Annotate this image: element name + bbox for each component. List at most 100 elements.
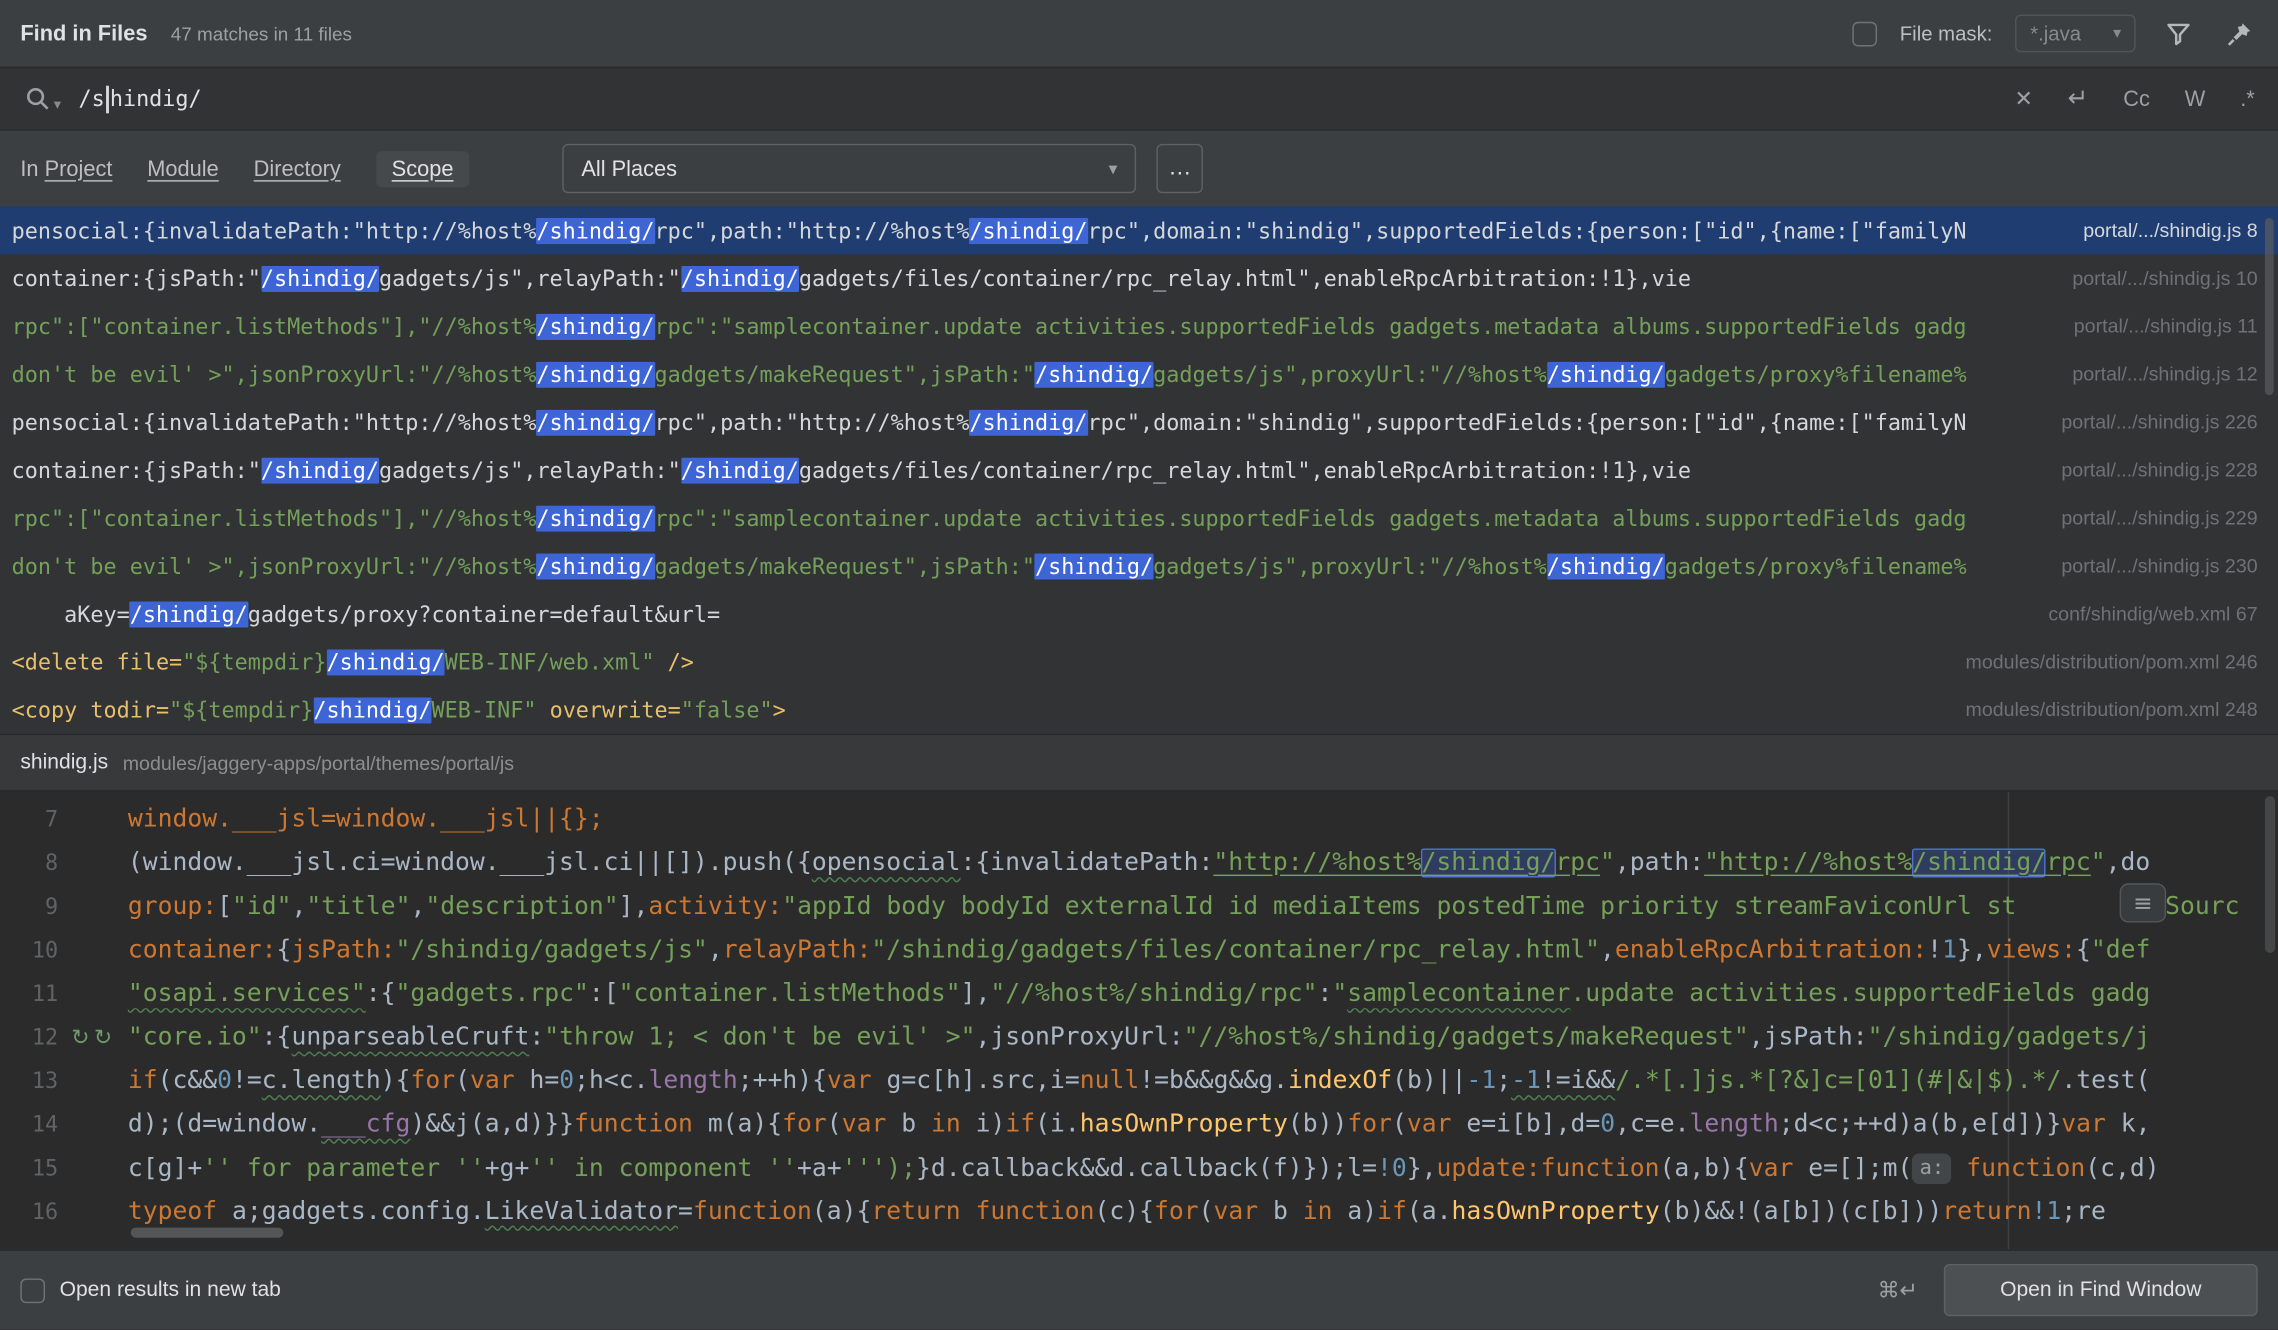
hamburger-icon: ≡ [2133, 889, 2152, 917]
recursive-call-icon[interactable]: ↻ [71, 1024, 89, 1050]
text-segment: .test( [2061, 1066, 2150, 1095]
open-find-window-button[interactable]: Open in Find Window [1944, 1264, 2258, 1316]
file-mask-combo[interactable]: *.java ▾ [2016, 15, 2136, 53]
text-segment: 0 [559, 1066, 574, 1095]
editor-line[interactable]: 9group:["id","title","description"],acti… [0, 885, 2278, 929]
result-row[interactable]: pensocial:{invalidatePath:"http://%host%… [0, 206, 2278, 254]
editor-line[interactable]: 13if(c&&0!=c.length){for(var h=0;h<c.len… [0, 1059, 2278, 1103]
text-segment: " [1600, 848, 1615, 877]
text-segment: "appId body bodyId externalId id mediaIt… [782, 892, 2016, 921]
text-segment: hasOwnProperty [1452, 1197, 1660, 1226]
scope-tab-module[interactable]: Module [147, 156, 218, 181]
search-match: /shindig/ [536, 313, 654, 339]
result-location: modules/distribution/pom.xml 248 [1965, 699, 2257, 721]
result-row[interactable]: don't be evil' >",jsonProxyUrl:"//%host%… [0, 542, 2278, 590]
search-options-button[interactable]: ▾ [23, 84, 61, 113]
result-row[interactable]: pensocial:{invalidatePath:"http://%host%… [0, 398, 2278, 446]
search-match: /shindig/ [969, 217, 1087, 243]
editor-menu-button[interactable]: ≡ [2120, 883, 2166, 922]
pin-icon[interactable] [2220, 15, 2258, 53]
text-segment: (b)|| [1392, 1066, 1466, 1095]
result-row[interactable]: container:{jsPath:"/shindig/gadgets/js",… [0, 254, 2278, 302]
results-scrollbar[interactable] [2265, 218, 2274, 395]
text-segment: function [1541, 1154, 1660, 1183]
text-segment: "def [2091, 936, 2150, 965]
chevron-down-icon: ▾ [1109, 160, 1118, 177]
text-segment: "osapi.services" [128, 979, 366, 1008]
result-row[interactable]: aKey=/shindig/gadgets/proxy?container=de… [0, 590, 2278, 638]
words-toggle[interactable]: W [2185, 86, 2206, 111]
result-row[interactable]: container:{jsPath:"/shindig/gadgets/js",… [0, 446, 2278, 494]
text-segment: WEB-INF" [431, 697, 549, 723]
editor-hscrollbar[interactable] [131, 1228, 284, 1238]
text-segment: "http://%host% [1213, 848, 1421, 877]
text-segment: ,jsonProxyUrl: [975, 1023, 1183, 1052]
editor-line[interactable]: 10container:{jsPath:"/shindig/gadgets/js… [0, 928, 2278, 972]
text-segment: gadgets/proxy%filename% [1665, 361, 1967, 387]
match-case-toggle[interactable]: Cc [2123, 86, 2150, 111]
match-summary: 47 matches in 11 files [171, 23, 352, 45]
text-segment: rpc",domain:"shindig",supportedFields:{p… [1087, 409, 1966, 435]
text-segment: aKey= [12, 601, 130, 627]
editor-line[interactable]: 7window.___jsl=window.___jsl||{}; [0, 798, 2278, 842]
text-segment: :{ [366, 979, 396, 1008]
text-segment: (c,d) [2085, 1154, 2159, 1183]
text-segment: <copy todir= [12, 697, 169, 723]
editor-line[interactable]: 15c[g]+'' for parameter ''+g+'' in compo… [0, 1146, 2278, 1190]
text-segment: -1 [1466, 1066, 1496, 1095]
recursive-call-icon[interactable]: ↻ [94, 1024, 112, 1050]
text-segment: LikeValidator [485, 1197, 678, 1226]
more-options-button[interactable]: … [1157, 144, 1203, 193]
text-segment: , [1600, 936, 1615, 965]
regex-toggle[interactable]: .* [2240, 86, 2255, 111]
text-segment: var [842, 1110, 887, 1139]
text-segment: var [1214, 1197, 1259, 1226]
editor-line[interactable]: 16typeof a;gadgets.config.LikeValidator=… [0, 1190, 2278, 1234]
text-segment: : [529, 1023, 544, 1052]
result-location: portal/.../shindig.js 228 [2061, 459, 2257, 481]
editor-vscrollbar[interactable] [2265, 796, 2275, 953]
file-mask-checkbox[interactable] [1852, 21, 1877, 46]
text-segment: window.___jsl=window.___jsl||{}; [128, 805, 604, 834]
insert-newline-icon[interactable]: ↵ [2068, 84, 2089, 113]
text-segment: " [2091, 848, 2106, 877]
search-input[interactable]: /s hindig/ [78, 68, 2014, 129]
text-segment: , [291, 892, 306, 921]
search-icon [23, 84, 52, 113]
text-segment: [ [217, 892, 232, 921]
scope-tab-directory[interactable]: Directory [254, 156, 341, 181]
open-in-new-tab-checkbox[interactable] [20, 1278, 45, 1303]
code-text: c[g]+'' for parameter ''+g+'' in compone… [128, 1153, 2160, 1184]
clear-icon[interactable]: ✕ [2015, 86, 2033, 112]
search-match: /shindig/ [1547, 553, 1665, 579]
editor-line[interactable]: 12↻↻"core.io":{unparseableCruft:"throw 1… [0, 1016, 2278, 1060]
editor-line[interactable]: 11"osapi.services":{"gadgets.rpc":["cont… [0, 972, 2278, 1016]
text-segment: b [1258, 1197, 1303, 1226]
text-segment: <delete file= [12, 649, 183, 675]
text-segment: rpc",path:"http://%host% [655, 217, 970, 243]
text-segment: gadgets/files/container/rpc_relay.html",… [799, 265, 1691, 291]
result-row[interactable]: rpc":["container.listMethods"],"//%host%… [0, 302, 2278, 350]
text-segment: WEB-INF/web.xml" [445, 649, 668, 675]
editor[interactable]: 7window.___jsl=window.___jsl||{};8(windo… [0, 792, 2278, 1250]
text-segment: .update activities.supportedFields gadg [1570, 979, 2150, 1008]
search-match: /shindig/ [1547, 361, 1665, 387]
result-location: portal/.../shindig.js 226 [2061, 411, 2257, 433]
result-row[interactable]: <delete file="${tempdir}/shindig/WEB-INF… [0, 638, 2278, 686]
scope-tab-project[interactable]: In Project [20, 156, 112, 181]
result-row[interactable]: rpc":["container.listMethods"],"//%host%… [0, 494, 2278, 542]
text-segment: g=c[h].src,i= [872, 1066, 1080, 1095]
editor-line[interactable]: 8(window.___jsl.ci=window.___jsl.ci||[])… [0, 841, 2278, 885]
text-segment: c.length [262, 1066, 381, 1095]
text-segment: container: [128, 936, 277, 965]
scope-places-combo[interactable]: All Places ▾ [562, 144, 1136, 193]
text-segment: group: [128, 892, 217, 921]
scope-tab-scope[interactable]: Scope [376, 150, 470, 186]
text-segment: /.*[.]js.*[?&]c=[01](#|&|$).*/ [1615, 1066, 2061, 1095]
page-title: Find in Files [20, 21, 147, 46]
editor-line[interactable]: 14d);(d=window.___cfg)&&j(a,d)}}function… [0, 1103, 2278, 1147]
result-row[interactable]: don't be evil' >",jsonProxyUrl:"//%host%… [0, 350, 2278, 398]
result-row[interactable]: <copy todir="${tempdir}/shindig/WEB-INF"… [0, 686, 2278, 734]
text-segment: "/shindig/gadgets/j [1868, 1023, 2151, 1052]
filter-icon[interactable] [2159, 15, 2197, 53]
